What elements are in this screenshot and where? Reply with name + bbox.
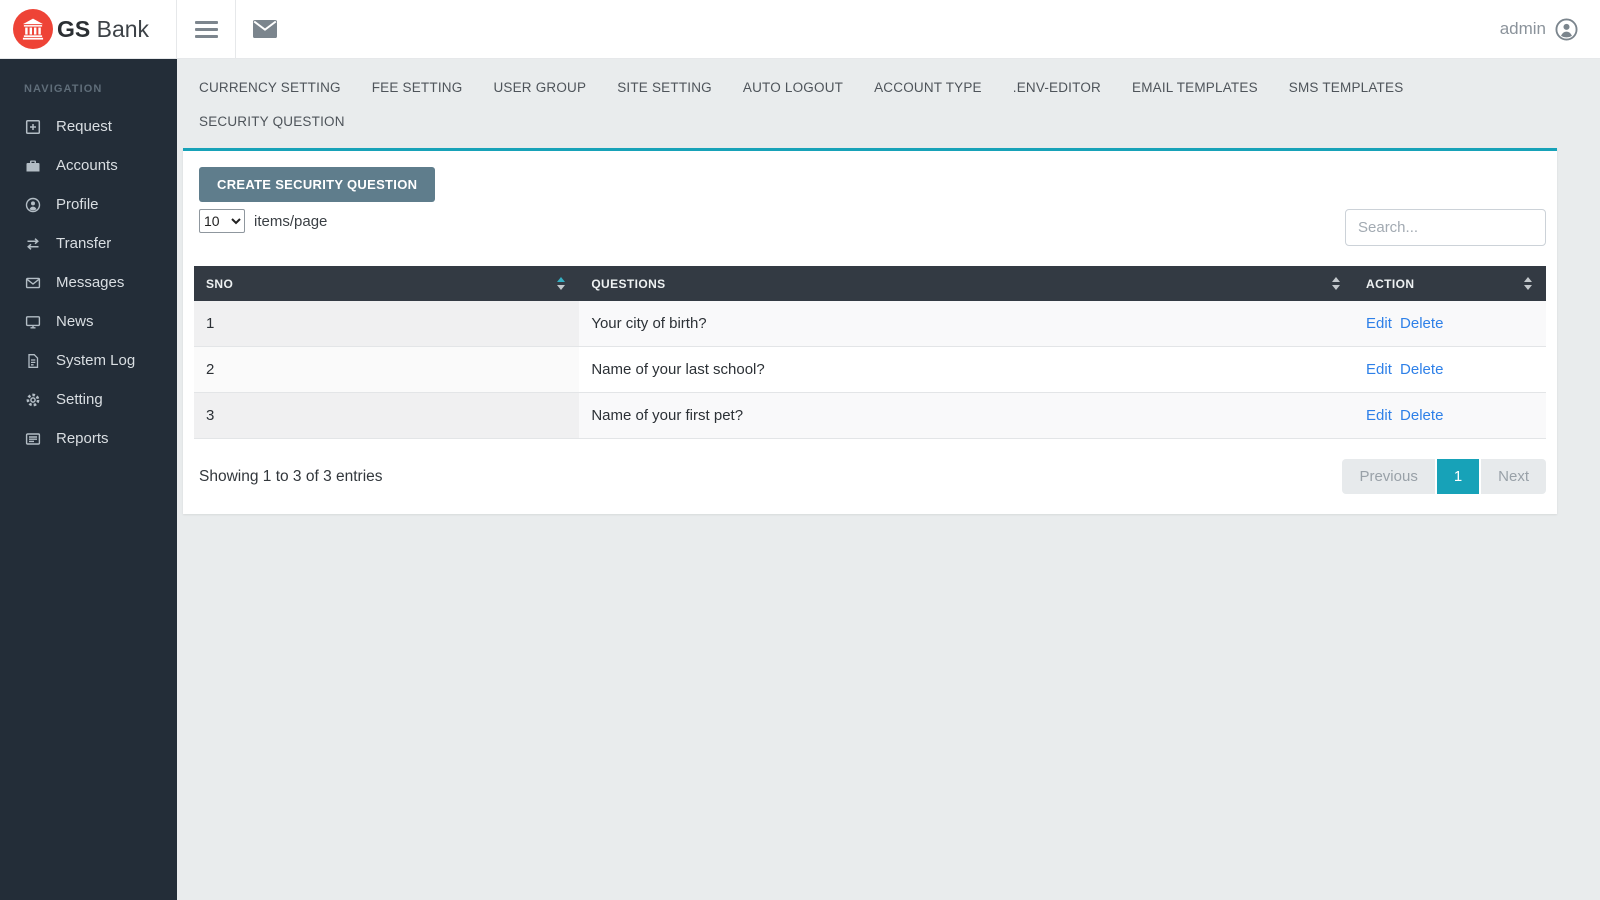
cell-actions: Edit Delete — [1354, 347, 1546, 393]
monitor-icon — [24, 314, 41, 330]
sidebar-item-setting[interactable]: Setting — [0, 380, 177, 419]
pagination: Previous 1 Next — [1342, 459, 1546, 494]
cell-sno: 2 — [194, 347, 579, 393]
delete-link[interactable]: Delete — [1400, 407, 1443, 424]
topbar: GS Bank admin — [0, 0, 1600, 59]
search-input[interactable] — [1345, 209, 1546, 246]
sidebar-item-label: Accounts — [56, 157, 118, 174]
sidebar-item-reports[interactable]: Reports — [0, 419, 177, 458]
page-size-select[interactable]: 10 — [199, 209, 245, 233]
envelope-icon — [253, 20, 277, 38]
tab-user-group[interactable]: USER GROUP — [493, 80, 586, 95]
username-label: admin — [1500, 19, 1546, 39]
cell-question: Name of your last school? — [579, 347, 1354, 393]
pagination-page-1-button[interactable]: 1 — [1437, 459, 1479, 494]
column-header-sno[interactable]: SNO — [194, 266, 579, 301]
app-window: GS Bank admin — [0, 0, 1600, 900]
envelope-icon — [24, 275, 41, 291]
sidebar: NAVIGATION Request Accounts — [0, 59, 177, 900]
sidebar-item-label: System Log — [56, 352, 135, 369]
tab-email-templates[interactable]: EMAIL TEMPLATES — [1132, 80, 1258, 95]
column-header-action[interactable]: ACTION — [1354, 266, 1546, 301]
create-security-question-button[interactable]: CREATE SECURITY QUESTION — [199, 167, 435, 202]
column-label: SNO — [206, 277, 233, 291]
sidebar-section-label: NAVIGATION — [0, 71, 177, 107]
tab-auto-logout[interactable]: AUTO LOGOUT — [743, 80, 843, 95]
bank-logo-icon — [13, 9, 53, 49]
sidebar-item-transfer[interactable]: Transfer — [0, 224, 177, 263]
column-header-questions[interactable]: QUESTIONS — [579, 266, 1354, 301]
cell-actions: Edit Delete — [1354, 393, 1546, 439]
user-avatar-icon — [1555, 18, 1578, 41]
user-menu[interactable]: admin — [1500, 0, 1600, 58]
edit-link[interactable]: Edit — [1366, 407, 1392, 424]
cell-sno: 1 — [194, 301, 579, 347]
sidebar-item-accounts[interactable]: Accounts — [0, 146, 177, 185]
cell-actions: Edit Delete — [1354, 301, 1546, 347]
delete-link[interactable]: Delete — [1400, 315, 1443, 332]
sidebar-item-system-log[interactable]: System Log — [0, 341, 177, 380]
column-label: QUESTIONS — [591, 277, 665, 291]
sidebar-item-profile[interactable]: Profile — [0, 185, 177, 224]
edit-link[interactable]: Edit — [1366, 315, 1392, 332]
cell-question: Name of your first pet? — [579, 393, 1354, 439]
edit-link[interactable]: Edit — [1366, 361, 1392, 378]
sort-icon[interactable] — [555, 275, 567, 292]
list-icon — [24, 431, 41, 447]
table-header-row: SNO QUESTIONS ACTION — [194, 266, 1546, 301]
sidebar-item-label: Request — [56, 118, 112, 135]
transfer-arrows-icon — [24, 236, 41, 252]
tab-env-editor[interactable]: .ENV-EDITOR — [1013, 80, 1101, 95]
table-row: 2 Name of your last school? Edit Delete — [194, 347, 1546, 393]
tab-security-question[interactable]: SECURITY QUESTION — [199, 114, 345, 129]
sidebar-item-label: Messages — [56, 274, 124, 291]
sidebar-toggle-button[interactable] — [177, 0, 235, 58]
sort-icon[interactable] — [1330, 275, 1342, 292]
delete-link[interactable]: Delete — [1400, 361, 1443, 378]
cell-sno: 3 — [194, 393, 579, 439]
pagination-previous-button[interactable]: Previous — [1342, 459, 1434, 494]
page-size-control: 10 items/page — [199, 209, 327, 233]
security-question-panel: CREATE SECURITY QUESTION 10 items/page S… — [183, 148, 1557, 514]
sidebar-item-label: Reports — [56, 430, 109, 447]
brand-name-light: Bank — [97, 16, 149, 42]
gear-icon — [24, 392, 41, 408]
messages-button[interactable] — [236, 0, 294, 58]
sidebar-item-label: News — [56, 313, 94, 330]
tab-currency-setting[interactable]: CURRENCY SETTING — [199, 80, 341, 95]
sidebar-item-messages[interactable]: Messages — [0, 263, 177, 302]
hamburger-icon — [195, 21, 218, 38]
page-size-label: items/page — [254, 213, 327, 230]
pagination-next-button[interactable]: Next — [1481, 459, 1546, 494]
sidebar-item-label: Profile — [56, 196, 99, 213]
tab-account-type[interactable]: ACCOUNT TYPE — [874, 80, 982, 95]
user-icon — [24, 197, 41, 213]
main-content: CURRENCY SETTING FEE SETTING USER GROUP … — [177, 59, 1600, 900]
entries-info: Showing 1 to 3 of 3 entries — [199, 468, 383, 486]
tab-site-setting[interactable]: SITE SETTING — [617, 80, 712, 95]
sidebar-item-request[interactable]: Request — [0, 107, 177, 146]
tab-fee-setting[interactable]: FEE SETTING — [372, 80, 463, 95]
plus-square-icon — [24, 119, 41, 135]
sidebar-item-label: Transfer — [56, 235, 111, 252]
table-row: 1 Your city of birth? Edit Delete — [194, 301, 1546, 347]
settings-tabs: CURRENCY SETTING FEE SETTING USER GROUP … — [177, 59, 1600, 129]
table-row: 3 Name of your first pet? Edit Delete — [194, 393, 1546, 439]
tab-sms-templates[interactable]: SMS TEMPLATES — [1289, 80, 1404, 95]
document-icon — [24, 353, 41, 369]
sidebar-item-label: Setting — [56, 391, 103, 408]
security-questions-table: SNO QUESTIONS ACTION — [194, 266, 1546, 439]
brand-name-bold: GS — [57, 16, 90, 42]
sidebar-item-news[interactable]: News — [0, 302, 177, 341]
column-label: ACTION — [1366, 277, 1414, 291]
cell-question: Your city of birth? — [579, 301, 1354, 347]
sort-icon[interactable] — [1522, 275, 1534, 292]
briefcase-icon — [24, 158, 41, 174]
brand[interactable]: GS Bank — [0, 0, 177, 58]
brand-name: GS Bank — [57, 16, 149, 43]
